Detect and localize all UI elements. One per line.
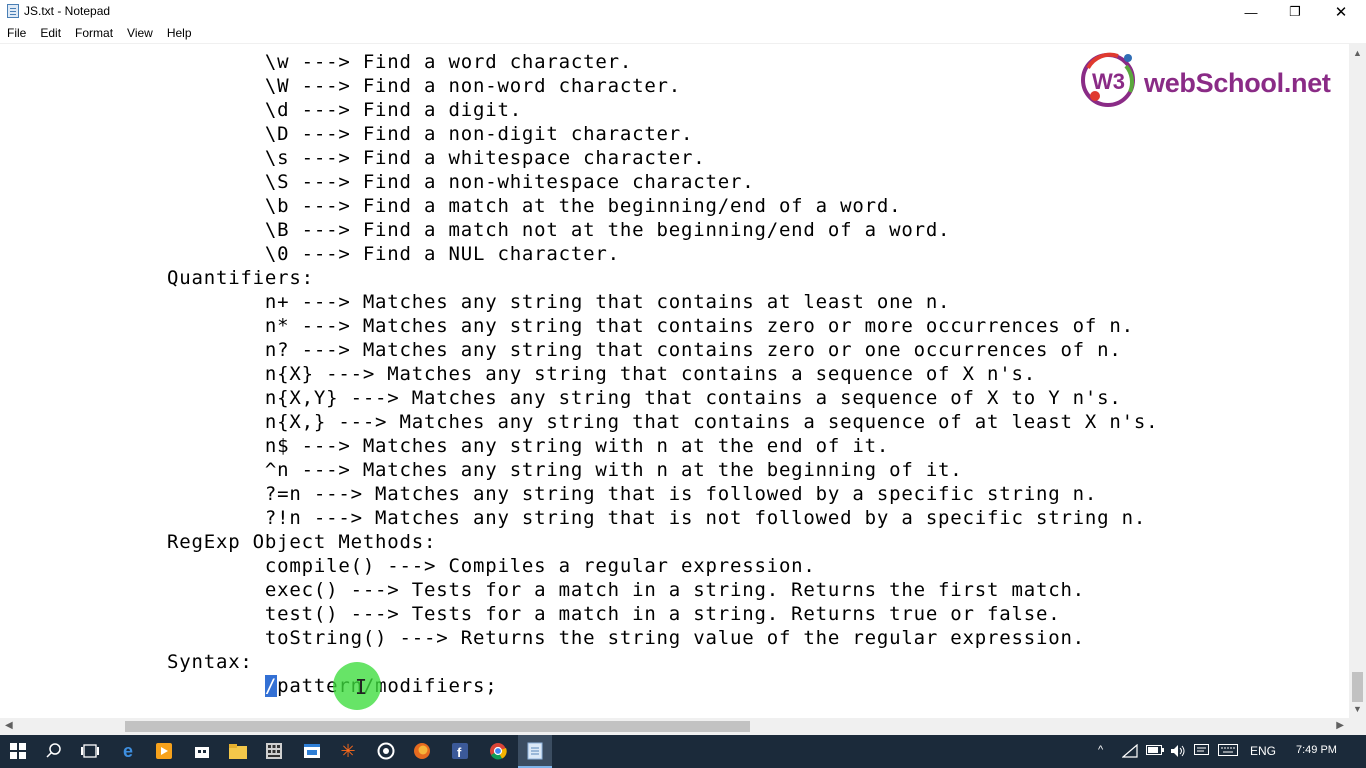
title-bar: JS.txt - Notepad — ❐ ✕ — [0, 0, 1366, 24]
editor-line: n* ---> Matches any string that contains… — [167, 315, 1134, 337]
menu-edit[interactable]: Edit — [33, 24, 68, 43]
search-icon[interactable] — [44, 741, 64, 761]
svg-text:f: f — [457, 745, 462, 759]
editor-line: n+ ---> Matches any string that contains… — [167, 291, 951, 313]
editor-line: \W ---> Find a non-word character. — [167, 75, 682, 97]
menu-bar: File Edit Format View Help — [0, 24, 1366, 43]
file-explorer-icon[interactable] — [228, 741, 248, 761]
edge-icon[interactable]: e — [118, 741, 138, 761]
minimize-button[interactable]: — — [1228, 0, 1274, 24]
windows-start-icon[interactable] — [8, 741, 28, 761]
editor-line: \s ---> Find a whitespace character. — [167, 147, 706, 169]
horizontal-scroll-thumb[interactable] — [125, 721, 750, 732]
notepad-app-icon — [7, 4, 19, 18]
app-window-icon[interactable] — [302, 741, 322, 761]
notepad-icon[interactable] — [525, 741, 545, 761]
maximize-button[interactable]: ❐ — [1272, 0, 1318, 24]
logo-text: webSchool.net — [1144, 68, 1331, 98]
store-icon[interactable] — [192, 741, 212, 761]
facebook-icon[interactable]: f — [450, 741, 470, 761]
menu-help[interactable]: Help — [160, 24, 199, 43]
calculator-icon[interactable] — [264, 741, 284, 761]
clock-time[interactable]: 7:49 PM — [1296, 744, 1337, 756]
battery-icon[interactable] — [1146, 744, 1164, 759]
editor-line: \D ---> Find a non-digit character. — [167, 123, 694, 145]
close-button[interactable]: ✕ — [1318, 0, 1364, 24]
editor-line: \0 ---> Find a NUL character. — [167, 243, 620, 265]
media-player-icon[interactable] — [154, 741, 174, 761]
editor-line: Syntax: — [167, 651, 253, 673]
editor-line: ^n ---> Matches any string with n at the… — [167, 459, 963, 481]
scroll-up-arrow-icon[interactable]: ▲ — [1353, 48, 1362, 58]
editor-line: ?!n ---> Matches any string that is not … — [167, 507, 1147, 529]
editor-line: RegExp Object Methods: — [167, 531, 437, 553]
vertical-scrollbar[interactable]: ▲ ▼ — [1349, 43, 1366, 718]
scrollbar-corner — [1349, 718, 1366, 735]
task-view-icon[interactable] — [80, 741, 100, 761]
editor-line: \S ---> Find a non-whitespace character. — [167, 171, 755, 193]
sparkle-app-icon[interactable]: ✳ — [338, 741, 358, 761]
network-icon[interactable] — [1121, 743, 1138, 761]
logo-badge-text: W3 — [1092, 69, 1125, 94]
action-center-icon[interactable] — [1194, 744, 1209, 761]
taskbar: e ✳ f ^ ENG 7:49 PM — [0, 735, 1366, 768]
language-indicator[interactable]: ENG — [1250, 744, 1276, 758]
editor-line: n{X,} ---> Matches any string that conta… — [167, 411, 1159, 433]
editor-line: ?=n ---> Matches any string that is foll… — [167, 483, 1098, 505]
editor-line: \b ---> Find a match at the beginning/en… — [167, 195, 902, 217]
tray-overflow-chevron-icon[interactable]: ^ — [1098, 744, 1103, 756]
last-line-text: pattern/modifiers; — [277, 675, 498, 697]
text-editor-area[interactable]: \w ---> Find a word character. \W ---> F… — [0, 43, 1349, 719]
last-line-indent — [167, 675, 265, 697]
menu-view[interactable]: View — [120, 24, 160, 43]
scroll-down-arrow-icon[interactable]: ▼ — [1353, 704, 1362, 714]
selected-text[interactable]: / — [264, 675, 278, 697]
editor-text[interactable]: \w ---> Find a word character. \W ---> F… — [167, 50, 1158, 698]
firefox-icon[interactable] — [412, 741, 432, 761]
editor-line: \B ---> Find a match not at the beginnin… — [167, 219, 951, 241]
editor-line: \w ---> Find a word character. — [167, 51, 633, 73]
menu-format[interactable]: Format — [68, 24, 120, 43]
w3-badge-icon: W3 — [1081, 52, 1135, 107]
editor-line: toString() ---> Returns the string value… — [167, 627, 1085, 649]
editor-line: test() ---> Tests for a match in a strin… — [167, 603, 1061, 625]
chrome-icon[interactable] — [488, 741, 508, 761]
editor-line: n{X} ---> Matches any string that contai… — [167, 363, 1036, 385]
editor-line: n$ ---> Matches any string with n at the… — [167, 435, 890, 457]
volume-icon[interactable] — [1170, 744, 1186, 761]
menu-file[interactable]: File — [0, 24, 33, 43]
editor-line: n? ---> Matches any string that contains… — [167, 339, 1122, 361]
vertical-scroll-thumb[interactable] — [1352, 672, 1363, 702]
camtasia-icon[interactable] — [376, 741, 396, 761]
scroll-right-arrow-icon[interactable]: ▶ — [1336, 720, 1344, 731]
editor-line: exec() ---> Tests for a match in a strin… — [167, 579, 1085, 601]
w3webschool-logo: W3 webSchool.net — [1078, 48, 1338, 110]
window-title: JS.txt - Notepad — [24, 4, 111, 18]
horizontal-scrollbar[interactable]: ◀ ▶ — [0, 718, 1349, 735]
keyboard-icon[interactable] — [1218, 744, 1238, 759]
editor-line: Quantifiers: — [167, 267, 314, 289]
editor-line: compile() ---> Compiles a regular expres… — [167, 555, 816, 577]
scroll-left-arrow-icon[interactable]: ◀ — [5, 720, 13, 731]
editor-line: \d ---> Find a digit. — [167, 99, 522, 121]
ibeam-cursor-icon: I — [355, 675, 368, 699]
editor-line: n{X,Y} ---> Matches any string that cont… — [167, 387, 1122, 409]
